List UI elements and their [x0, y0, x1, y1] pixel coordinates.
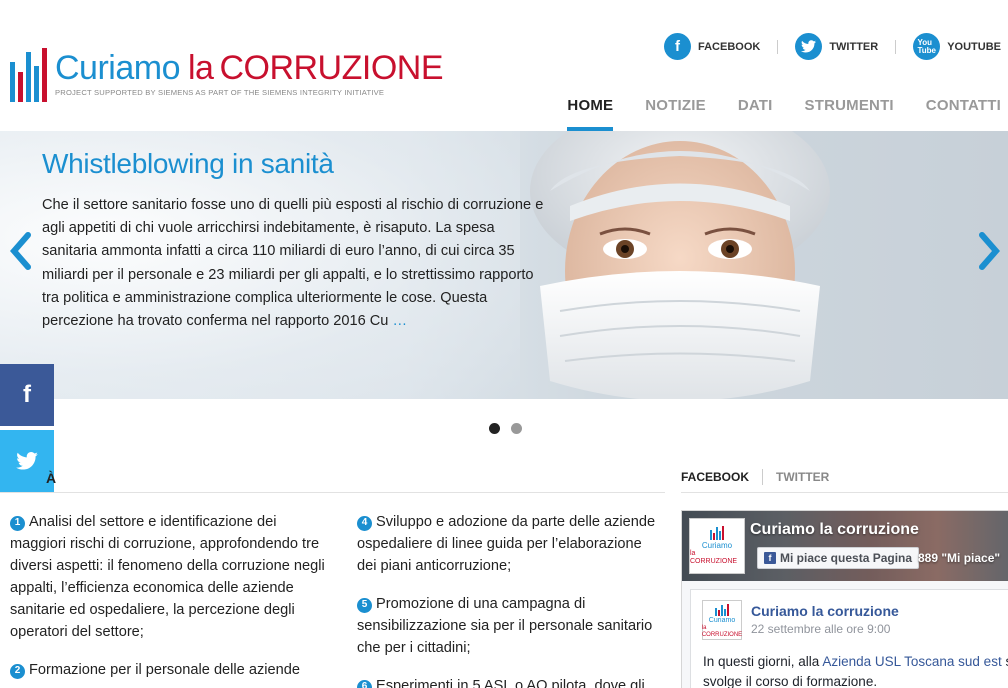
- fb-post: Curiamo la CORRUZIONE Curiamo la corruzi…: [690, 589, 1008, 688]
- slider-dot-2[interactable]: [511, 423, 522, 434]
- divider: [895, 39, 897, 54]
- tab-facebook[interactable]: FACEBOOK: [681, 470, 749, 484]
- divider: [681, 492, 1008, 493]
- fb-like-button[interactable]: f Mi piace questa Pagina: [757, 547, 920, 569]
- logo-subtitle: PROJECT SUPPORTED BY SIEMENS AS PART OF …: [55, 88, 385, 97]
- slider-pagination: [489, 423, 522, 434]
- site-header: Curiamo la CORRUZIONE PROJECT SUPPORTED BY…: [0, 0, 1008, 131]
- list-item: 2 Formazione per il personale delle azien…: [10, 659, 330, 681]
- read-more-link[interactable]: …: [388, 313, 407, 329]
- share-facebook-button[interactable]: f: [0, 364, 54, 426]
- logo-title: Curiamo la CORRUZIONE: [55, 49, 444, 87]
- tab-twitter[interactable]: TWITTER: [776, 470, 829, 484]
- fb-post-author[interactable]: Curiamo la corruzione: [751, 603, 899, 619]
- nav-strumenti[interactable]: STRUMENTI: [805, 97, 894, 131]
- number-badge: 6: [357, 679, 372, 688]
- activities-column-2: 4 Sviluppo e adozione da parte delle azie…: [357, 511, 657, 688]
- twitter-icon: [16, 452, 38, 470]
- slider-dot-1[interactable]: [489, 423, 500, 434]
- divider: [777, 39, 779, 54]
- social-facebook-link[interactable]: f FACEBOOK: [663, 33, 761, 60]
- facebook-icon: f: [663, 33, 691, 60]
- nav-home[interactable]: HOME: [567, 97, 614, 131]
- list-item: 6 Esperimenti in 5 ASL o AO pilota, dove …: [357, 675, 657, 688]
- twitter-icon: [795, 33, 823, 60]
- main-nav: HOME NOTIZIE DATI STRUMENTI CONTATTI: [535, 97, 1001, 131]
- fb-post-link[interactable]: Azienda USL Toscana sud est: [822, 654, 1001, 669]
- logo-bars-icon: [715, 602, 729, 616]
- divider: [762, 469, 764, 485]
- number-badge: 5: [357, 597, 372, 613]
- youtube-icon: You Tube: [913, 33, 941, 60]
- hero-excerpt: Che il settore sanitario fosse uno di qu…: [42, 197, 544, 330]
- social-tabs: FACEBOOK TWITTER: [681, 469, 829, 485]
- nav-notizie[interactable]: NOTIZIE: [645, 97, 706, 131]
- nurse-photo: [530, 131, 830, 399]
- fb-likes-count: 889 "Mi piace": [918, 551, 1001, 565]
- facebook-page-widget: Curiamo la CORRUZIONE Curiamo la corruzi…: [681, 510, 1008, 688]
- social-youtube-label: YOUTUBE: [947, 40, 1001, 53]
- number-badge: 2: [10, 663, 25, 679]
- fb-post-avatar[interactable]: Curiamo la CORRUZIONE: [702, 600, 742, 640]
- slider-prev-arrow-icon[interactable]: [6, 231, 36, 271]
- hero-slider: Whistleblowing in sanità Che il settore …: [0, 131, 1008, 399]
- social-links: f FACEBOOK TWITTER You Tube YOUTUBE: [663, 33, 1001, 60]
- nav-contatti[interactable]: CONTATTI: [926, 97, 1001, 131]
- facebook-icon: f: [764, 552, 776, 564]
- social-twitter-label: TWITTER: [829, 40, 879, 53]
- divider: [0, 492, 665, 493]
- number-badge: 1: [10, 515, 25, 531]
- list-item: 4 Sviluppo e adozione da parte delle azie…: [357, 514, 656, 574]
- social-twitter-link[interactable]: TWITTER: [795, 33, 878, 60]
- social-facebook-label: FACEBOOK: [697, 40, 761, 53]
- nav-dati[interactable]: DATI: [738, 97, 773, 131]
- number-badge: 4: [357, 515, 372, 531]
- slider-next-arrow-icon[interactable]: [974, 231, 1004, 271]
- social-youtube-link[interactable]: You Tube YOUTUBE: [913, 33, 1001, 60]
- fb-page-name[interactable]: Curiamo la corruzione: [750, 521, 919, 539]
- fb-page-avatar[interactable]: Curiamo la CORRUZIONE: [689, 518, 745, 574]
- list-item: 5 Promozione di una campagna di sensibili…: [357, 596, 653, 656]
- fb-post-date[interactable]: 22 settembre alle ore 9:00: [751, 622, 890, 636]
- list-item: 1 Analisi del settore e identificazione d…: [10, 514, 325, 640]
- hero-title[interactable]: Whistleblowing in sanità: [42, 148, 334, 180]
- logo-bars-icon: [10, 48, 47, 102]
- logo-bars-icon: [710, 526, 724, 540]
- activities-column-1: 1 Analisi del settore e identificazione d…: [10, 511, 330, 688]
- section-title: À: [46, 470, 57, 486]
- facebook-icon: f: [23, 381, 31, 408]
- fb-post-text: In questi giorni, alla Azienda USL Tosca…: [703, 654, 1008, 688]
- site-logo[interactable]: Curiamo la CORRUZIONE PROJECT SUPPORTED BY…: [10, 48, 444, 102]
